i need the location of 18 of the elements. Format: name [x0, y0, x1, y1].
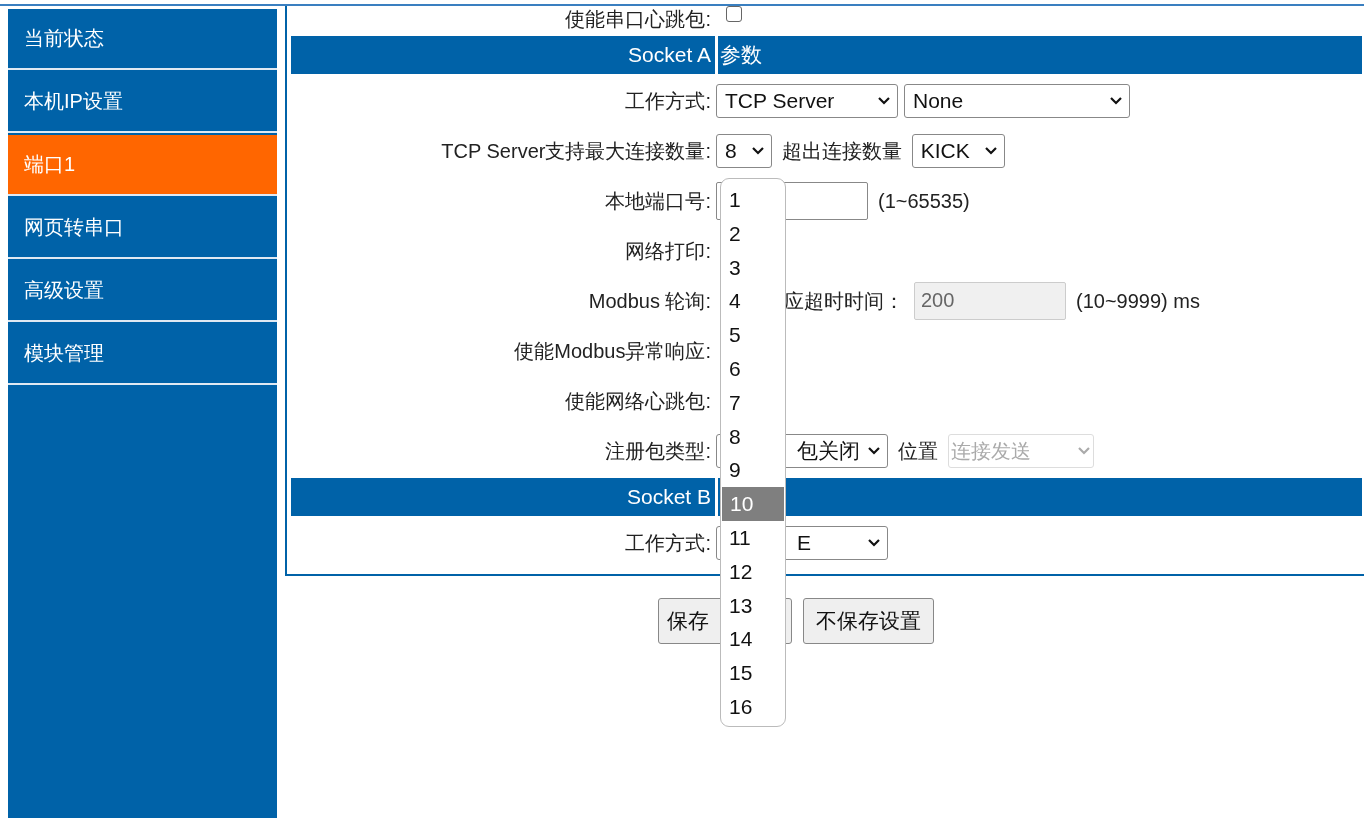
section-header: Socket A — [291, 36, 715, 74]
field-label: 使能Modbus异常响应: — [513, 338, 711, 364]
section-header-cell: 参数 — [718, 36, 1362, 74]
field-label: 网络打印: — [624, 238, 711, 264]
field-hint: (1~65535) — [878, 189, 970, 213]
field-hint: 位置 — [898, 438, 938, 464]
field-label: 使能网络心跳包: — [564, 388, 711, 414]
field-label: TCP Server支持最大连接数量: — [440, 138, 711, 164]
field-label: 本地端口号: — [604, 188, 711, 214]
field-label: 工作方式: — [624, 530, 711, 556]
field-label: Modbus 轮询: — [587, 288, 711, 314]
section-header: Socket B — [291, 478, 715, 516]
field-hint: (10~9999) ms — [1076, 289, 1200, 313]
field-label: 工作方式: — [624, 88, 711, 114]
field-label: 使能串口心跳包: — [564, 7, 711, 32]
field-label: 注册包类型: — [604, 438, 711, 464]
field-label: 应超时时间： — [784, 288, 904, 314]
field-hint: 超出连接数量 — [781, 138, 902, 164]
